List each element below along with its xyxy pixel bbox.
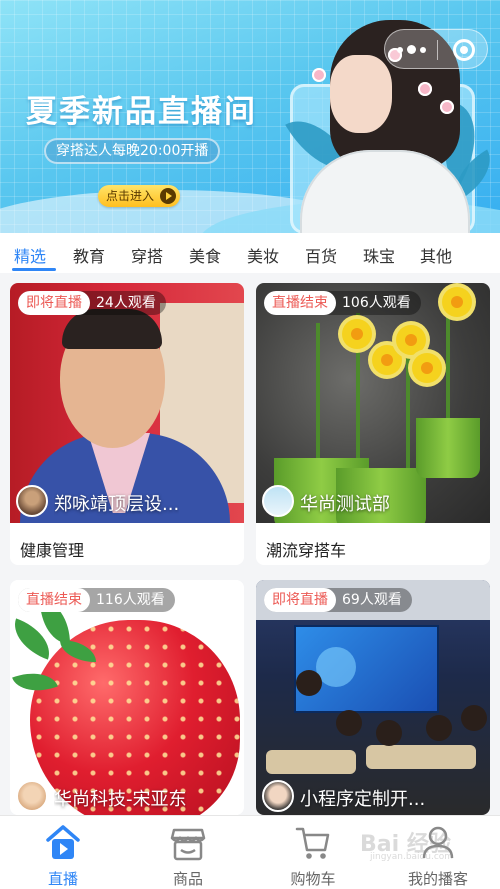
live-card[interactable]: 直播结束 116人观看 华尚科技-宋亚东 [10,580,244,815]
viewer-count: 69人观看 [342,592,402,608]
nav-live-label: 直播 [47,870,78,888]
anchor-info: 华尚科技-宋亚东 [16,780,240,814]
live-title: 潮流穿搭车 [266,541,347,560]
anchor-info: 华尚测试部 [262,485,486,519]
nav-cart[interactable]: 购物车 [263,816,363,889]
baidu-watermark-url: jingyan.baidu.com [370,852,454,862]
nav-my-podcast-label: 我的播客 [407,870,468,888]
miniprogram-capsule [384,29,488,69]
live-status: 直播结束 [264,291,336,315]
flower-decoration [418,82,432,96]
anchor-name: 华尚科技-宋亚东 [54,789,187,810]
avatar [16,485,48,517]
target-circle-icon[interactable] [453,39,475,61]
flower-decoration [312,68,326,82]
live-house-icon [46,825,80,859]
live-card[interactable]: 即将直播 69人观看 小程序定制开... [256,580,490,815]
more-dots-icon[interactable] [395,45,429,54]
tab-featured[interactable]: 精选 [14,243,46,267]
avatar [262,780,294,812]
live-status: 即将直播 [18,291,90,315]
banner-enter-label: 点击进入 [106,189,155,203]
active-tab-indicator [12,268,56,271]
live-card[interactable]: 即将直播 24人观看 郑咏靖顶层设... 健康管理 [10,283,244,565]
anchor-name: 郑咏靖顶层设... [54,494,180,515]
live-card[interactable]: 直播结束 106人观看 华尚测试部 潮流穿搭车 [256,283,490,565]
shop-icon [170,828,206,861]
tab-other[interactable]: 其他 [420,243,452,267]
live-status: 直播结束 [18,588,90,612]
live-status-badge: 即将直播 24人观看 [18,291,166,315]
tab-food[interactable]: 美食 [189,243,221,267]
capsule-divider [437,40,438,60]
category-tabs: 精选 教育 穿搭 美食 美妆 百货 珠宝 其他 [0,233,500,273]
live-status: 即将直播 [264,588,336,612]
live-title: 健康管理 [20,541,85,560]
tab-outfits[interactable]: 穿搭 [131,243,163,267]
nav-live[interactable]: 直播 [13,816,113,889]
avatar [16,780,48,812]
banner-enter-button[interactable]: 点击进入 [98,185,181,207]
live-status-badge: 即将直播 69人观看 [264,588,412,612]
avatar [262,485,294,517]
tab-general-goods[interactable]: 百货 [305,243,337,267]
nav-cart-label: 购物车 [290,870,336,888]
anchor-info: 小程序定制开... [262,780,486,814]
nav-products[interactable]: 商品 [138,816,238,889]
banner-model-face [330,55,392,133]
cart-icon [295,827,330,859]
tab-education[interactable]: 教育 [73,243,105,267]
live-status-badge: 直播结束 106人观看 [264,291,421,315]
viewer-count: 106人观看 [342,295,411,311]
promo-banner[interactable]: 夏季新品直播间 穿搭达人每晚20:00开播 点击进入 [0,0,500,233]
anchor-name: 小程序定制开... [300,789,426,810]
live-status-badge: 直播结束 116人观看 [18,588,175,612]
anchor-name: 华尚测试部 [300,494,390,515]
banner-title: 夏季新品直播间 [26,94,257,130]
nav-products-label: 商品 [172,870,203,888]
viewer-count: 116人观看 [96,592,165,608]
banner-subtitle: 穿搭达人每晚20:00开播 [44,138,221,164]
tab-jewelry[interactable]: 珠宝 [363,243,395,267]
viewer-count: 24人观看 [96,295,156,311]
tab-beauty[interactable]: 美妆 [247,243,279,267]
anchor-info: 郑咏靖顶层设... [16,485,240,519]
play-icon [160,188,177,204]
flower-decoration [440,100,454,114]
